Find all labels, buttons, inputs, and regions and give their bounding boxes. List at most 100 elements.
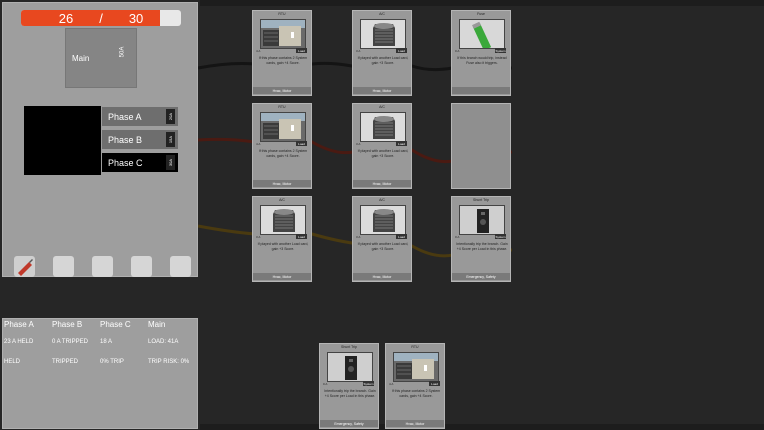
card-title: A/C (379, 198, 385, 202)
empty-slot[interactable] (92, 256, 113, 277)
stats-panel: Phase A Phase B Phase C Main 23 A HELD 0… (2, 318, 198, 429)
card[interactable]: RTU 4 A Load If this phase contains 2 Syste… (252, 10, 312, 96)
stat-header-main: Main (148, 320, 166, 329)
tool-slot[interactable] (14, 256, 35, 277)
card-description: Intentionally trip the branch. Gain +4 S… (456, 242, 508, 251)
card-type-badge: Load (396, 48, 407, 53)
rtu-unit-icon (394, 353, 438, 381)
card-cost: 4 A (256, 142, 261, 146)
card-type-badge: Load (296, 48, 307, 53)
card-type-badge: Load (396, 234, 407, 239)
card-art (360, 19, 406, 49)
card-title: RTU (278, 12, 286, 16)
card-type-badge: System (363, 381, 374, 386)
screwdriver-icon (18, 259, 33, 276)
card-description: If played with another Load card, gain +… (357, 242, 409, 251)
stat-phase-b-load: 0 A TRIPPED (52, 339, 88, 345)
card-tags: Emergency, Safety (452, 273, 510, 280)
ac-unit-icon (361, 113, 405, 141)
phase-c-button[interactable]: Phase C 30A (102, 153, 178, 172)
shunt-trip-icon (328, 353, 372, 381)
card-tags: Hvac, Motor (253, 180, 311, 187)
rtu-unit-icon (261, 20, 305, 48)
card-cost: 4 A (256, 49, 261, 53)
card-type-badge: Load (296, 234, 307, 239)
empty-slot[interactable] (170, 256, 191, 277)
card-description: If this phase contains 2 System cards, g… (258, 149, 308, 158)
phase-a-button[interactable]: Phase A 20A (102, 107, 178, 126)
card[interactable]: A/C 3 A Load If played with another Load ca… (252, 196, 312, 282)
stat-header-phase-b: Phase B (52, 320, 83, 329)
card[interactable]: RTU 4 A Load If this phase contains 2 Syste… (252, 103, 312, 189)
card-art (393, 352, 439, 382)
card[interactable]: A/C 3 A Load If played with another Load ca… (352, 196, 412, 282)
empty-card-slot[interactable] (451, 103, 511, 189)
card-art (260, 19, 306, 49)
card-cost: 0 A (455, 235, 460, 239)
card[interactable]: Shunt Trip 0 A System Intentionally trip th… (451, 196, 511, 282)
card-title: RTU (411, 345, 419, 349)
card[interactable]: RTU 4 A Load If this phase contains 2 Syste… (385, 343, 445, 429)
card[interactable]: A/C 3 A Load If played with another Load ca… (352, 10, 412, 96)
phase-b-button[interactable]: Phase B 15A (102, 130, 178, 149)
ac-unit-icon (361, 206, 405, 234)
card-type-badge: System (495, 48, 506, 53)
card-description: If played with another Load card, gain +… (357, 56, 409, 65)
card-type-badge: Load (429, 381, 440, 386)
main-breaker-label: Main (72, 54, 90, 63)
card-description: If played with another Load card, gain +… (257, 242, 309, 251)
card-tags (452, 87, 510, 94)
card-art (459, 19, 505, 49)
card-description: If this phase contains 2 System cards, g… (258, 56, 308, 65)
phase-c-label: Phase C (108, 157, 143, 168)
card[interactable]: Fuse 0 A System If this branch would trip, … (451, 10, 511, 96)
card-tags: Hvac, Motor (353, 180, 411, 187)
card-description: If this branch would trip, instead Fuse … (457, 56, 507, 65)
card-title: Fuse (477, 12, 485, 16)
card-cost: 3 A (256, 235, 261, 239)
card-art (260, 112, 306, 142)
card-art (260, 205, 306, 235)
phase-c-amp-tag: 30A (166, 155, 175, 170)
phase-a-amp: 20A (168, 112, 173, 121)
card-art (360, 205, 406, 235)
stat-main-load: LOAD: 41A (148, 339, 179, 345)
capacity-counter: 26 / 30 (21, 10, 181, 26)
card-type-badge: Load (396, 141, 407, 146)
main-breaker-amp: 50A (119, 46, 126, 58)
card[interactable]: A/C 3 A Load If played with another Load ca… (352, 103, 412, 189)
stat-header-phase-c: Phase C (100, 320, 131, 329)
phase-b-amp-tag: 15A (166, 132, 175, 147)
phase-b-label: Phase B (108, 134, 143, 145)
phase-b-amp: 15A (168, 135, 173, 144)
card-tags: Hvac, Motor (253, 87, 311, 94)
phase-a-label: Phase A (108, 111, 142, 122)
card-title: A/C (379, 105, 385, 109)
card-tags: Hvac, Motor (253, 273, 311, 280)
card-tags: Hvac, Motor (386, 420, 444, 427)
card-description: Intentionally trip the branch. Gain +4 S… (324, 389, 376, 398)
game-screen: 26 / 30 Main 50A Phase A 20A Phase B 15A… (0, 0, 764, 430)
card-type-badge: Load (296, 141, 307, 146)
card-title: Shunt Trip (341, 345, 357, 349)
phase-c-amp: 30A (168, 158, 173, 167)
card-type-badge: System (495, 234, 506, 239)
empty-slot[interactable] (131, 256, 152, 277)
breaker-panel: 26 / 30 Main 50A Phase A 20A Phase B 15A… (2, 2, 198, 277)
card-tags: Hvac, Motor (353, 87, 411, 94)
rtu-unit-icon (261, 113, 305, 141)
stat-phase-c-status: 0% TRIP (100, 359, 124, 365)
card-art (459, 205, 505, 235)
stat-phase-a-status: HELD (4, 359, 21, 365)
card-art (360, 112, 406, 142)
stat-main-status: TRIP RISK: 0% (148, 359, 190, 365)
card-cost: 0 A (455, 49, 460, 53)
empty-slot[interactable] (53, 256, 74, 277)
card-title: A/C (379, 12, 385, 16)
shunt-trip-icon (460, 206, 504, 234)
ac-unit-icon (361, 20, 405, 48)
main-breaker[interactable]: Main 50A (65, 28, 137, 88)
card[interactable]: Shunt Trip 0 A System Intentionally trip th… (319, 343, 379, 429)
card-art (327, 352, 373, 382)
card-title: RTU (278, 105, 286, 109)
